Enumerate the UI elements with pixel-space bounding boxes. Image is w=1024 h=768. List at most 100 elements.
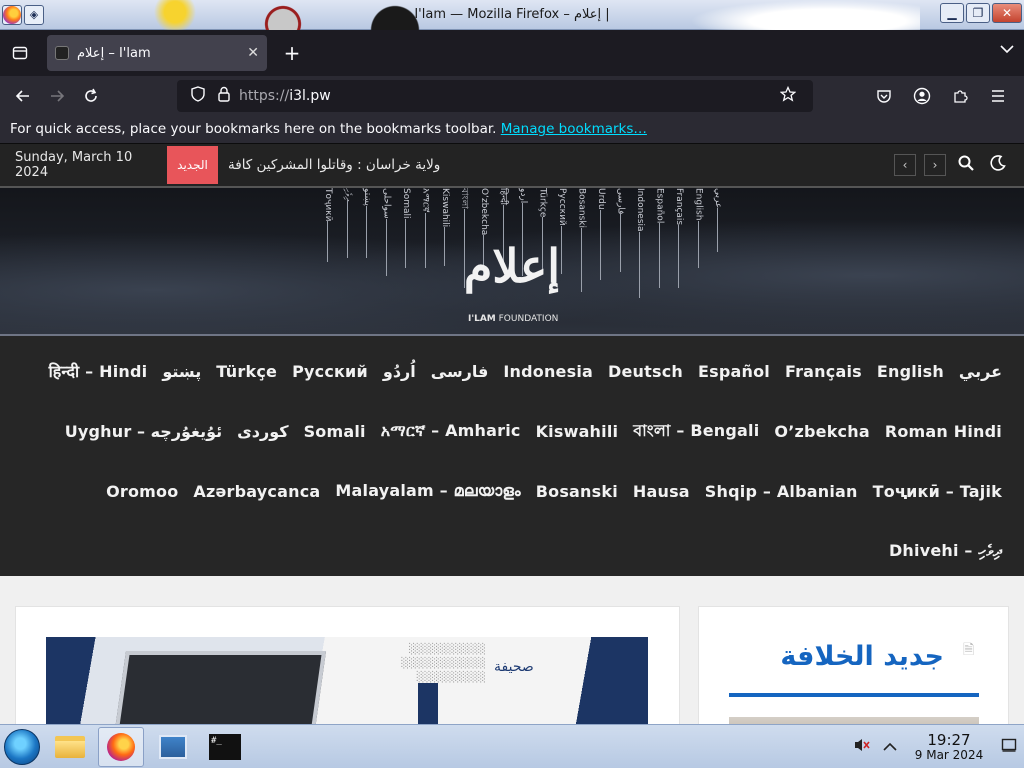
show-desktop-icon[interactable] — [994, 738, 1024, 756]
network-app-button[interactable] — [150, 727, 196, 767]
maximize-button[interactable]: ❐ — [966, 3, 990, 23]
puzzle-icon[interactable] — [942, 80, 978, 112]
language-link[interactable]: عربي — [959, 362, 1002, 381]
account-icon[interactable] — [904, 80, 940, 112]
lock-icon[interactable] — [213, 86, 235, 106]
url-protocol: https:// — [239, 88, 290, 104]
sidebar-thumbnail[interactable] — [729, 717, 979, 724]
language-link[interactable]: हिन्दी – Hindi — [49, 360, 148, 382]
banner-language-string[interactable]: አማርኛ — [416, 188, 436, 268]
language-link[interactable]: Deutsch — [608, 362, 683, 381]
firefox-taskbar-button[interactable] — [98, 727, 144, 767]
star-icon[interactable] — [777, 85, 799, 106]
search-icon[interactable] — [954, 155, 978, 175]
banner-language-string[interactable]: Urdu — [591, 188, 611, 280]
chevron-up-icon[interactable] — [876, 738, 904, 756]
banner-language-string[interactable]: English — [689, 188, 709, 268]
language-link[interactable]: বাংলা – Bengali — [633, 418, 759, 445]
banner-language-string[interactable]: Тоҷикӣ — [318, 188, 338, 262]
folder-icon — [55, 736, 85, 758]
banner-language-string[interactable]: Français — [669, 188, 689, 288]
banner-language-string[interactable]: Español — [650, 188, 670, 288]
terminal-button[interactable]: #_ — [202, 727, 248, 767]
bookmarks-prompt: For quick access, place your bookmarks h… — [10, 121, 497, 137]
site-banner[interactable]: Тоҷикӣ ދިވެހި پښتو سواحلی Somali አማርኛ Kiswahil… — [0, 188, 1024, 336]
chevron-down-icon[interactable] — [1000, 42, 1014, 58]
language-link[interactable]: Bosanski — [536, 482, 618, 501]
banner-language-string[interactable]: Somali — [396, 188, 416, 268]
start-button[interactable] — [4, 729, 40, 765]
network-icon — [159, 735, 187, 759]
language-link[interactable]: አማርኛ – Amharic — [381, 421, 521, 441]
language-link[interactable]: Shqip – Albanian — [705, 482, 858, 501]
language-link[interactable]: Español — [698, 362, 770, 381]
language-link[interactable]: اُردُو — [383, 362, 416, 381]
banner-language-line — [405, 218, 407, 268]
close-window-button[interactable]: ✕ — [992, 3, 1022, 23]
banner-language-label: Тоҷикӣ — [322, 188, 333, 222]
banner-language-string[interactable]: عربي — [708, 188, 728, 252]
language-link[interactable]: Malayalam – മലയാളം — [335, 481, 520, 501]
back-arrow-icon[interactable] — [6, 80, 40, 112]
banner-language-string[interactable]: Kiswahili — [435, 188, 455, 266]
language-link[interactable]: Somali — [304, 422, 366, 441]
close-icon[interactable]: ✕ — [247, 45, 259, 61]
language-link[interactable]: فارسی — [431, 362, 489, 381]
clock[interactable]: 19:27 9 Mar 2024 — [904, 732, 994, 761]
forward-arrow-icon[interactable] — [40, 80, 74, 112]
volume-muted-icon[interactable] — [848, 737, 876, 757]
language-link[interactable]: Русский — [292, 362, 368, 381]
url-text[interactable]: https://i3l.pw — [239, 88, 777, 104]
magazine-cover-image[interactable]: ░░░░░░░░░░ ░░░░░░░░░░░ ░░░░░░░░░ صحيفة — [46, 637, 648, 724]
system-tray: 19:27 9 Mar 2024 — [848, 725, 1024, 768]
window-title: I'lam — Mozilla Firefox – إعلام | — [414, 7, 610, 22]
news-ticker-link[interactable]: ولاية خراسان : وقاتلوا المشركين كافة — [218, 157, 440, 173]
hamburger-menu-icon[interactable] — [980, 80, 1016, 112]
banner-language-string[interactable]: ދިވެހި — [338, 188, 358, 258]
banner-language-string[interactable]: فارسی — [611, 188, 631, 272]
language-link[interactable]: Indonesia — [503, 362, 593, 381]
ticker-next-button[interactable]: › — [924, 154, 946, 176]
language-link[interactable]: Oromoo — [106, 482, 178, 501]
banner-language-string[interactable]: سواحلی — [377, 188, 397, 276]
active-tab[interactable]: إعلام – I'lam ✕ — [47, 35, 267, 71]
dark-mode-moon-icon[interactable] — [986, 155, 1010, 175]
file-manager-button[interactable] — [47, 727, 93, 767]
banner-language-string[interactable]: پښتو — [357, 188, 377, 258]
language-link[interactable]: ئۇيغۇرچە – Uyghur — [65, 422, 222, 441]
manage-bookmarks-link[interactable]: Manage bookmarks… — [501, 121, 647, 137]
reload-icon[interactable] — [74, 80, 108, 112]
language-link[interactable]: کوردی — [237, 422, 288, 441]
tab-title: إعلام – I'lam — [77, 45, 151, 61]
pocket-icon[interactable] — [866, 80, 902, 112]
logo-caption-bold: I'LAM — [468, 314, 496, 324]
language-link[interactable]: Hausa — [633, 482, 690, 501]
language-link[interactable]: Тоҷикӣ – Tajik — [873, 482, 1002, 501]
language-link[interactable]: Azərbaycanca — [193, 482, 320, 501]
language-link[interactable]: پښتو — [162, 362, 201, 381]
language-link[interactable]: Dhivehi – ދިވެހި — [889, 541, 1002, 561]
site-logo[interactable]: إعلام — [462, 228, 562, 304]
banner-language-label: Kiswahili — [439, 188, 450, 228]
tab-list-icon[interactable] — [2, 35, 38, 71]
content-area: ░░░░░░░░░░ ░░░░░░░░░░░ ░░░░░░░░░ صحيفة 🗎 ج… — [0, 576, 1024, 724]
plus-icon[interactable]: + — [277, 38, 307, 68]
language-link[interactable]: O’zbekcha — [774, 422, 869, 441]
banner-language-label: हिन्दी — [497, 188, 508, 206]
shield-icon[interactable] — [187, 86, 209, 106]
language-link[interactable]: Kiswahili — [536, 422, 619, 441]
language-link[interactable]: Roman Hindi — [885, 422, 1002, 441]
language-link[interactable]: Français — [785, 362, 862, 381]
url-bar[interactable]: https://i3l.pw — [177, 80, 813, 112]
language-link[interactable]: Türkçe — [216, 362, 277, 381]
firefox-icon — [107, 733, 135, 761]
language-link[interactable]: English — [877, 362, 944, 381]
ticker-prev-button[interactable]: ‹ — [894, 154, 916, 176]
language-menu-row: عربي English Français Español Deutsch Indones… — [22, 341, 1002, 401]
taskbar: #_ 19:27 9 Mar 2024 — [0, 724, 1024, 768]
banner-language-string[interactable]: Bosanski — [572, 188, 592, 292]
banner-language-line — [658, 223, 660, 288]
banner-language-string[interactable]: Indonesia — [630, 188, 650, 298]
banner-language-label: Bosanski — [576, 188, 587, 228]
minimize-button[interactable]: ▁ — [940, 3, 964, 23]
